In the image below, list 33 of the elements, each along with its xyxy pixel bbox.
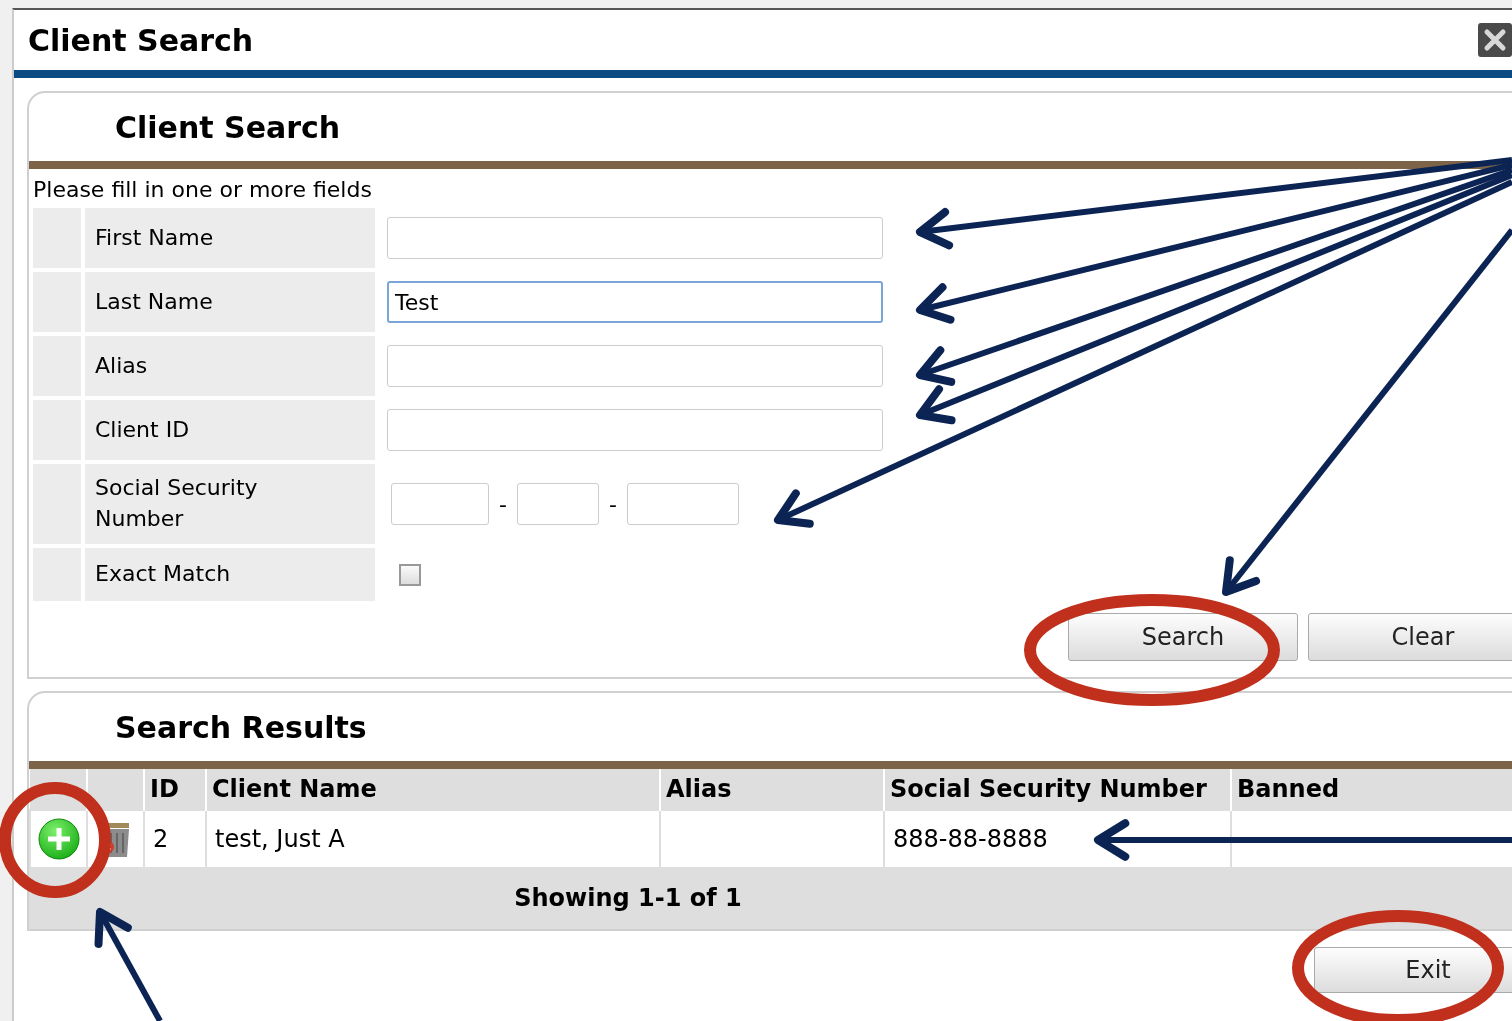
column-header: Client Name xyxy=(206,769,660,810)
text-field[interactable] xyxy=(387,409,883,451)
panel-title: Search Results xyxy=(115,709,367,745)
close-icon[interactable] xyxy=(1478,23,1512,57)
text-field[interactable] xyxy=(387,217,883,259)
field-label: Last Name xyxy=(85,272,375,332)
window-title: Client Search xyxy=(28,22,254,58)
field-label: Social Security Number xyxy=(85,464,375,544)
instruction-text: Please fill in one or more fields xyxy=(32,176,373,204)
separator-text: - xyxy=(608,491,617,517)
text-field[interactable]: Test xyxy=(387,281,883,323)
action-button[interactable]: Search xyxy=(1068,613,1298,661)
separator-text: - xyxy=(499,491,507,517)
column-header: Banned xyxy=(1231,769,1512,810)
field-label: Exact Match xyxy=(85,548,375,601)
column-header: ID xyxy=(144,769,206,810)
ssn-field[interactable] xyxy=(516,483,599,525)
table-cell: test, Just A xyxy=(206,810,660,868)
field-label: Alias xyxy=(85,336,375,396)
field-label: First Name xyxy=(85,208,375,268)
column-header: Social Security Number xyxy=(884,769,1231,810)
action-button[interactable]: Clear xyxy=(1308,613,1512,661)
checkbox[interactable] xyxy=(399,563,421,586)
table-cell: 888-88-8888 xyxy=(884,810,1231,868)
results-footer: Showing 1-1 of 1 xyxy=(30,868,1512,928)
ssn-field[interactable] xyxy=(391,483,489,525)
text-field[interactable] xyxy=(387,345,883,387)
field-label: Client ID xyxy=(85,400,375,460)
panel-title: Client Search xyxy=(115,109,341,145)
ssn-field[interactable] xyxy=(626,483,739,525)
column-header: Alias xyxy=(660,769,884,810)
add-icon[interactable] xyxy=(36,817,81,861)
exit-button[interactable]: Exit xyxy=(1314,947,1512,993)
